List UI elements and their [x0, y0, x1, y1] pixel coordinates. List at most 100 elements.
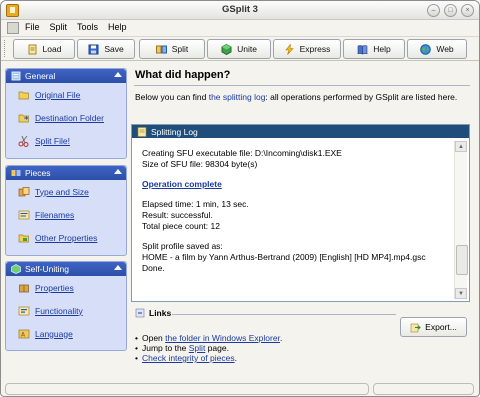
split-page-link[interactable]: Split [189, 343, 206, 353]
panel-self-uniting: Self-Uniting Properties Functionality A … [5, 261, 127, 351]
menu-help[interactable]: Help [108, 22, 127, 32]
package-icon [19, 284, 29, 292]
list-item: • Jump to the Split page. [135, 343, 282, 353]
bullet: • [135, 343, 138, 353]
scroll-up-icon[interactable]: ▲ [455, 141, 467, 152]
save-label: Save [104, 44, 124, 54]
menu-split[interactable]: Split [50, 22, 68, 32]
log-scrollbar[interactable]: ▲ ▼ [454, 141, 468, 299]
sidebar-item-label: Properties [35, 282, 74, 293]
properties-icon [18, 234, 29, 242]
minimize-button[interactable]: – [427, 4, 440, 17]
title-divider [134, 85, 470, 86]
splitting-log-title: Splitting Log [151, 126, 198, 137]
list-item: • Open the folder in Windows Explorer. [135, 333, 282, 343]
help-label: Help [373, 44, 391, 54]
chevron-up-icon[interactable] [114, 72, 122, 77]
list-item: • Check integrity of pieces. [135, 353, 282, 363]
close-button[interactable]: × [461, 4, 474, 17]
main-content: What did happen? Below you can find the … [130, 64, 470, 377]
sidebar-item-type-and-size[interactable]: Type and Size [6, 180, 126, 203]
log-line: Elapsed time: 1 min, 13 sec. [142, 199, 249, 209]
save-icon [88, 44, 99, 54]
links-divider [172, 314, 396, 315]
splitting-log-text[interactable]: Creating SFU executable file: D:\Incomin… [132, 139, 452, 299]
sidebar-item-original-file[interactable]: Original File [6, 83, 126, 106]
sidebar-item-properties[interactable]: Properties [6, 276, 126, 299]
export-icon [410, 323, 421, 332]
link-suffix: . [279, 333, 283, 343]
splitting-log-panel: Splitting Log Creating SFU executable fi… [131, 124, 470, 302]
toolbar-grip[interactable] [4, 40, 8, 57]
sidebar-item-filenames[interactable]: Filenames [6, 203, 126, 226]
load-icon [28, 44, 37, 54]
links-list: • Open the folder in Windows Explorer. •… [135, 333, 282, 363]
save-button[interactable]: Save [77, 39, 135, 59]
status-pane-main [5, 383, 369, 395]
general-icon [11, 71, 21, 81]
title-bar[interactable]: GSplit 3 – □ × [1, 1, 479, 20]
link-suffix: page. [205, 343, 229, 353]
operation-complete-heading: Operation complete [142, 179, 222, 189]
sidebar-item-label: Functionality [35, 305, 83, 316]
splitting-log-header: Splitting Log [132, 125, 469, 138]
maximize-button[interactable]: □ [444, 4, 457, 17]
links-section-title: Links [135, 308, 171, 318]
panel-pieces-header[interactable]: Pieces [6, 166, 126, 180]
sidebar-item-functionality[interactable]: Functionality [6, 299, 126, 322]
panel-pieces: Pieces Type and Size Filenames Other Pro… [5, 165, 127, 256]
chevron-up-icon[interactable] [114, 265, 122, 270]
scroll-down-icon[interactable]: ▼ [455, 288, 467, 299]
page-title: What did happen? [135, 69, 231, 81]
help-button[interactable]: Help [343, 39, 405, 59]
panel-general: General Original File Destination Folder… [5, 68, 127, 159]
express-button[interactable]: Express [273, 39, 341, 59]
app-window: GSplit 3 – □ × File Split Tools Help Loa… [0, 0, 480, 397]
sidebar-item-label: Original File [35, 89, 81, 100]
check-integrity-link[interactable]: Check integrity of pieces [142, 353, 235, 363]
chevron-up-icon[interactable] [114, 169, 122, 174]
status-bar [5, 383, 474, 395]
sidebar-item-other-properties[interactable]: Other Properties [6, 226, 126, 249]
scrollbar-thumb[interactable] [456, 245, 468, 275]
sidebar-item-label: Language [35, 328, 73, 339]
split-button[interactable]: Split [139, 39, 205, 59]
sidebar-item-label: Destination Folder [35, 112, 104, 123]
panel-self-uniting-header[interactable]: Self-Uniting [6, 262, 126, 276]
web-icon [420, 43, 432, 55]
export-button[interactable]: Export... [400, 317, 467, 337]
open-folder-icon [18, 91, 29, 99]
load-label: Load [42, 44, 62, 54]
menu-file[interactable]: File [25, 22, 40, 32]
open-folder-link[interactable]: the folder in Windows Explorer [165, 333, 280, 343]
sidebar-item-split-file[interactable]: Split File! [6, 129, 126, 152]
web-label: Web [436, 44, 454, 54]
log-line: Size of SFU file: 98304 byte(s) [142, 159, 258, 169]
intro-text: Below you can find the splitting log: al… [135, 92, 465, 103]
menu-tools[interactable]: Tools [77, 22, 98, 32]
link-prefix: Jump to the [141, 343, 189, 353]
unite-button[interactable]: Unite [207, 39, 271, 59]
pieces-icon [11, 170, 21, 176]
sidebar-item-label: Other Properties [35, 232, 98, 243]
log-line: Total piece count: 12 [142, 221, 220, 231]
sidebar-item-language[interactable]: A Language [6, 322, 126, 345]
export-label: Export... [425, 322, 457, 332]
links-title: Links [149, 308, 172, 318]
unite-label: Unite [237, 44, 257, 54]
intro-suffix: : all operations performed by GSplit are… [265, 92, 458, 102]
load-button[interactable]: Load [13, 39, 75, 59]
log-line: HOME - a film by Yann Arthus-Bertrand (2… [142, 252, 426, 262]
language-icon: A [18, 329, 30, 338]
bullet: • [135, 333, 138, 343]
web-button[interactable]: Web [407, 39, 467, 59]
sidebar-item-destination-folder[interactable]: Destination Folder [6, 106, 126, 129]
log-icon [137, 126, 147, 137]
system-menu-icon[interactable] [7, 22, 19, 34]
status-pane-secondary [373, 383, 474, 395]
log-line: Split profile saved as: [142, 241, 223, 251]
panel-general-header[interactable]: General [6, 69, 126, 83]
window-title: GSplit 3 [222, 4, 258, 15]
panel-self-uniting-title: Self-Uniting [25, 264, 69, 274]
menu-bar: File Split Tools Help [1, 20, 479, 35]
